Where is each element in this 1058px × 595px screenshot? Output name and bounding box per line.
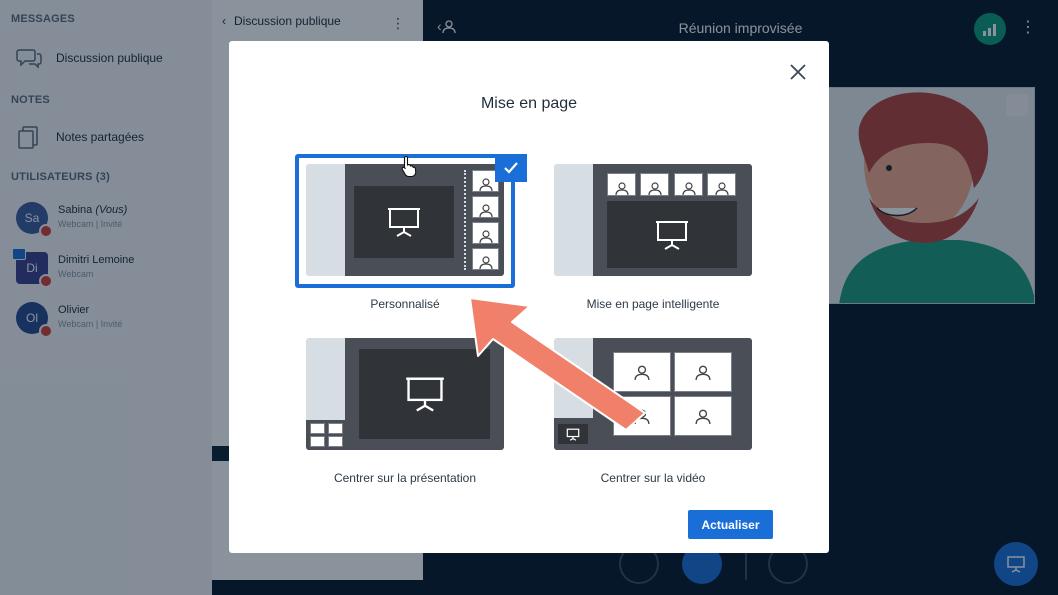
presentation-icon (607, 201, 737, 268)
webcam-icon (674, 352, 732, 392)
webcam-icon (310, 436, 325, 447)
webcam-icon (328, 423, 343, 434)
webcam-icon (328, 436, 343, 447)
webcam-icon (310, 423, 325, 434)
layout-modal: Mise en page Personnalisé Mise en page i… (229, 41, 829, 553)
hand-cursor-icon (401, 155, 417, 182)
update-button[interactable]: Actualiser (688, 510, 773, 539)
webcam-icon (613, 352, 671, 392)
option-label: Personnalisé (370, 297, 440, 311)
option-label: Centrer sur la présentation (333, 471, 477, 485)
option-label: Centrer sur la vidéo (600, 471, 706, 485)
presentation-icon (359, 349, 490, 439)
layout-preview (306, 338, 504, 450)
presentation-icon (558, 424, 588, 444)
modal-title: Mise en page (480, 95, 578, 112)
webcam-icon (640, 173, 669, 196)
checkmark-icon (495, 154, 527, 182)
option-label: Mise en page intelligente (586, 297, 720, 311)
webcam-icon (674, 396, 732, 436)
webcam-icon (613, 396, 671, 436)
webcam-icon (707, 173, 736, 196)
webcam-icon (607, 173, 636, 196)
close-icon[interactable] (789, 63, 807, 81)
webcam-icon (674, 173, 703, 196)
layout-preview (554, 164, 752, 276)
layout-preview (554, 338, 752, 450)
